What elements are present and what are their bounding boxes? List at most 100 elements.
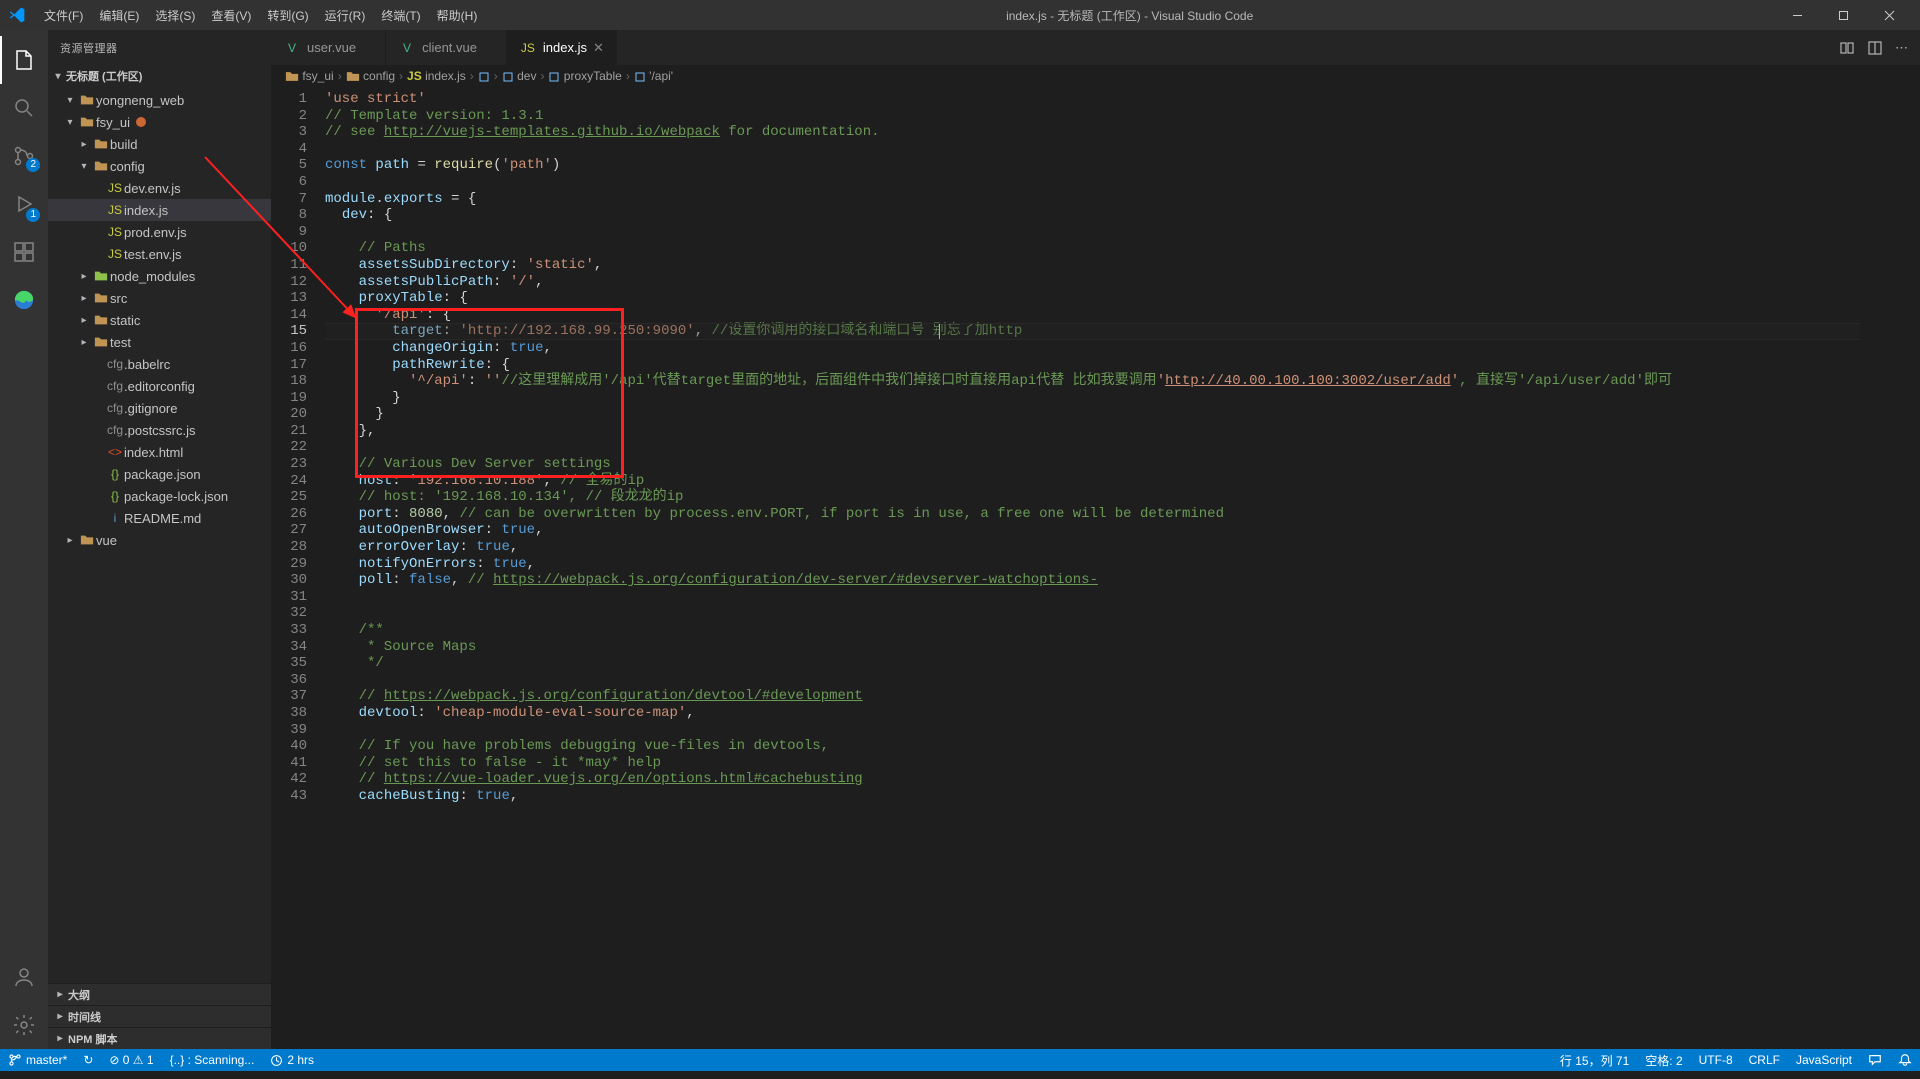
tree-item[interactable]: ▸ build (48, 133, 271, 155)
chevron-icon: ▸ (62, 535, 78, 546)
settings-gear-icon[interactable] (0, 1001, 48, 1049)
notification-icon[interactable] (1890, 1049, 1920, 1071)
encoding[interactable]: UTF-8 (1691, 1049, 1741, 1071)
tree-label: static (110, 313, 140, 328)
code-area[interactable]: 1234567891011121314151617181920212223242… (271, 87, 1920, 1049)
cursor-pos[interactable]: 行 15，列 71 (1552, 1049, 1637, 1071)
file-icon: {} (106, 489, 124, 503)
tree-item[interactable]: cfg .editorconfig (48, 375, 271, 397)
tree-item[interactable]: ▸ node_modules (48, 265, 271, 287)
wakatime[interactable]: 2 hrs (262, 1049, 322, 1071)
chevron-icon: ▸ (76, 315, 92, 326)
workspace-header[interactable]: ▾无标题 (工作区) (48, 65, 271, 87)
explorer-icon[interactable] (0, 36, 48, 84)
file-icon: i (106, 511, 124, 525)
tree-label: config (110, 159, 145, 174)
tree-item[interactable]: {} package-lock.json (48, 485, 271, 507)
tree-item[interactable]: i README.md (48, 507, 271, 529)
tab-close-icon[interactable]: ✕ (593, 40, 604, 56)
menu-item[interactable]: 运行(R) (317, 9, 374, 23)
chevron-icon: ▸ (76, 337, 92, 348)
breadcrumb-seg[interactable]: config (346, 69, 395, 83)
file-icon: cfg (106, 357, 124, 371)
editor-tab[interactable]: Vclient.vue✕ (386, 30, 507, 65)
account-icon[interactable] (0, 953, 48, 1001)
tree-item[interactable]: ▸ src (48, 287, 271, 309)
tree-item[interactable]: JS prod.env.js (48, 221, 271, 243)
close-button[interactable] (1866, 0, 1912, 30)
tab-label: index.js (543, 40, 587, 55)
run-badge: 1 (26, 208, 40, 222)
breadcrumb-seg[interactable] (478, 69, 490, 83)
tree-label: .gitignore (124, 401, 177, 416)
source-control-icon[interactable]: 2 (0, 132, 48, 180)
tree-item[interactable]: ▸ test (48, 331, 271, 353)
run-debug-icon[interactable]: 1 (0, 180, 48, 228)
menu-item[interactable]: 转到(G) (259, 9, 316, 23)
chevron-icon: ▾ (62, 95, 78, 106)
tree-item[interactable]: cfg .babelrc (48, 353, 271, 375)
file-icon: cfg (106, 401, 124, 415)
tree-label: prod.env.js (124, 225, 187, 240)
minimize-button[interactable] (1774, 0, 1820, 30)
scanning[interactable]: {..} : Scanning... (162, 1049, 263, 1071)
tree-item[interactable]: ▾ fsy_ui (48, 111, 271, 133)
menu-item[interactable]: 编辑(E) (91, 9, 147, 23)
lang-mode[interactable]: JavaScript (1788, 1049, 1860, 1071)
breadcrumb-seg[interactable]: JS index.js (407, 69, 466, 83)
tree-item[interactable]: ▾ config (48, 155, 271, 177)
menu-item[interactable]: 查看(V) (203, 9, 259, 23)
compare-icon[interactable] (1839, 40, 1855, 56)
edge-icon[interactable] (0, 276, 48, 324)
editor-tab[interactable]: JSindex.js✕ (507, 30, 617, 65)
minimap[interactable] (1860, 87, 1920, 1049)
tree-item[interactable]: {} package.json (48, 463, 271, 485)
tree-item[interactable]: JS dev.env.js (48, 177, 271, 199)
file-icon (92, 292, 110, 304)
menu-item[interactable]: 选择(S) (147, 9, 203, 23)
tree-item[interactable]: <> index.html (48, 441, 271, 463)
breadcrumb[interactable]: fsy_ui› config›JS index.js› › dev› proxy… (271, 65, 1920, 87)
tree-item[interactable]: JS index.js (48, 199, 271, 221)
menu-item[interactable]: 帮助(H) (429, 9, 486, 23)
menu-item[interactable]: 终端(T) (373, 9, 428, 23)
breadcrumb-seg[interactable]: fsy_ui (285, 69, 334, 83)
file-icon (92, 314, 110, 326)
tree-label: build (110, 137, 137, 152)
npm-scripts-panel[interactable]: ▸NPM 脚本 (48, 1027, 271, 1049)
tree-label: README.md (124, 511, 201, 526)
editor-tabs: Vuser.vue✕Vclient.vue✕JSindex.js✕ ⋯ (271, 30, 1920, 65)
problems[interactable]: ⊘ 0 ⚠ 1 (101, 1049, 161, 1071)
breadcrumb-seg[interactable]: '/api' (634, 69, 673, 83)
sidebar: 资源管理器 ▾无标题 (工作区) ▾ yongneng_web▾ fsy_ui▸… (48, 30, 271, 1049)
feedback-icon[interactable] (1860, 1049, 1890, 1071)
eol[interactable]: CRLF (1741, 1049, 1788, 1071)
vscode-logo (8, 6, 26, 24)
git-branch[interactable]: master* (0, 1049, 75, 1071)
indent[interactable]: 空格: 2 (1637, 1049, 1690, 1071)
maximize-button[interactable] (1820, 0, 1866, 30)
tree-item[interactable]: cfg .postcssrc.js (48, 419, 271, 441)
editor-tab[interactable]: Vuser.vue✕ (271, 30, 386, 65)
file-icon (92, 336, 110, 348)
timeline-panel[interactable]: ▸时间线 (48, 1005, 271, 1027)
search-icon[interactable] (0, 84, 48, 132)
sync-button[interactable]: ↻ (75, 1049, 101, 1071)
sidebar-title: 资源管理器 (48, 30, 271, 65)
extensions-icon[interactable] (0, 228, 48, 276)
tree-item[interactable]: cfg .gitignore (48, 397, 271, 419)
tree-item[interactable]: ▸ static (48, 309, 271, 331)
tree-item[interactable]: ▾ yongneng_web (48, 89, 271, 111)
activity-bar: 2 1 (0, 30, 48, 1049)
more-icon[interactable]: ⋯ (1895, 40, 1910, 56)
menu-item[interactable]: 文件(F) (36, 9, 91, 23)
tree-item[interactable]: ▸ vue (48, 529, 271, 551)
breadcrumb-seg[interactable]: proxyTable (548, 69, 621, 83)
outline-panel[interactable]: ▸大纲 (48, 983, 271, 1005)
line-gutter: 1234567891011121314151617181920212223242… (271, 87, 325, 1049)
breadcrumb-seg[interactable]: dev (502, 69, 537, 83)
tree-label: fsy_ui (96, 115, 130, 130)
split-icon[interactable] (1867, 40, 1883, 56)
tree-item[interactable]: JS test.env.js (48, 243, 271, 265)
code-lines[interactable]: 'use strict'// Template version: 1.3.1//… (325, 87, 1860, 1049)
